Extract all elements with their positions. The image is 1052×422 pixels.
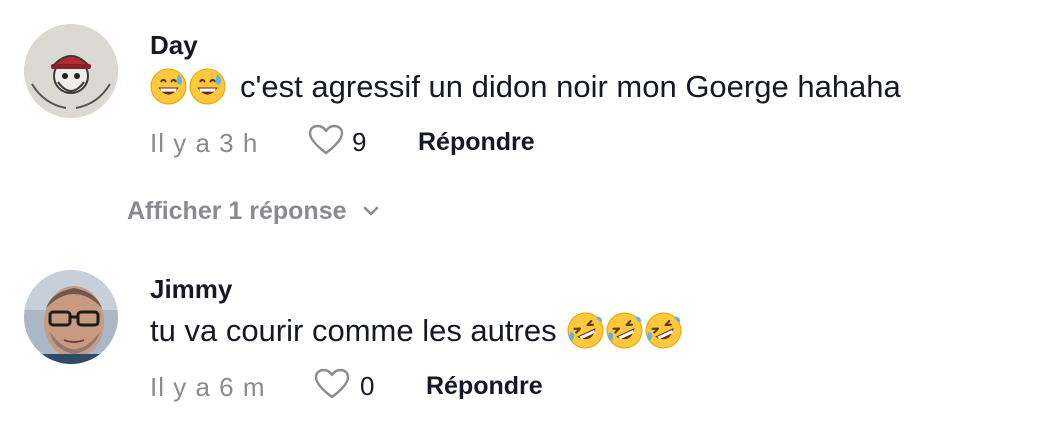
avatar[interactable] <box>24 270 118 364</box>
show-replies-button[interactable]: Afficher 1 réponse <box>127 194 381 228</box>
like-heart-icon[interactable] <box>308 124 344 156</box>
comment-text-body: tu va courir comme les autres <box>150 312 557 348</box>
like-heart-icon[interactable] <box>314 368 350 400</box>
show-replies-label: Afficher 1 réponse <box>127 196 347 225</box>
comment-item: Jimmy tu va courir comme les autres Il y… <box>0 250 1052 422</box>
rofl-emoji-icon <box>606 312 643 349</box>
chevron-down-icon <box>363 206 378 216</box>
avatar[interactable] <box>24 24 118 118</box>
comment-username[interactable]: Day <box>150 30 198 61</box>
comment-text: c'est agressif un didon noir mon Goerge … <box>150 68 901 105</box>
reply-button[interactable]: Répondre <box>418 128 535 157</box>
comment-meta: Il y a 6 m 0 Répondre <box>150 368 650 404</box>
comment-text-body: c'est agressif un didon noir mon Goerge … <box>240 68 901 104</box>
comment-meta: Il y a 3 h 9 Répondre <box>150 124 650 160</box>
comment-timestamp: Il y a 6 m <box>150 372 266 402</box>
reply-button[interactable]: Répondre <box>426 372 543 401</box>
comment-timestamp: Il y a 3 h <box>150 128 259 158</box>
comment-item: Day c'est agressif un didon noir mon Goe… <box>0 0 1052 190</box>
rofl-emoji-icon <box>567 312 604 349</box>
grinning-sweat-emoji-icon <box>189 68 226 105</box>
like-count: 9 <box>352 127 367 157</box>
like-count: 0 <box>360 371 375 401</box>
avatar-image <box>24 24 118 118</box>
comment-text: tu va courir comme les autres <box>150 312 682 349</box>
comment-username[interactable]: Jimmy <box>150 274 232 305</box>
rofl-emoji-icon <box>645 312 682 349</box>
avatar-image <box>24 270 118 364</box>
grinning-sweat-emoji-icon <box>150 68 187 105</box>
